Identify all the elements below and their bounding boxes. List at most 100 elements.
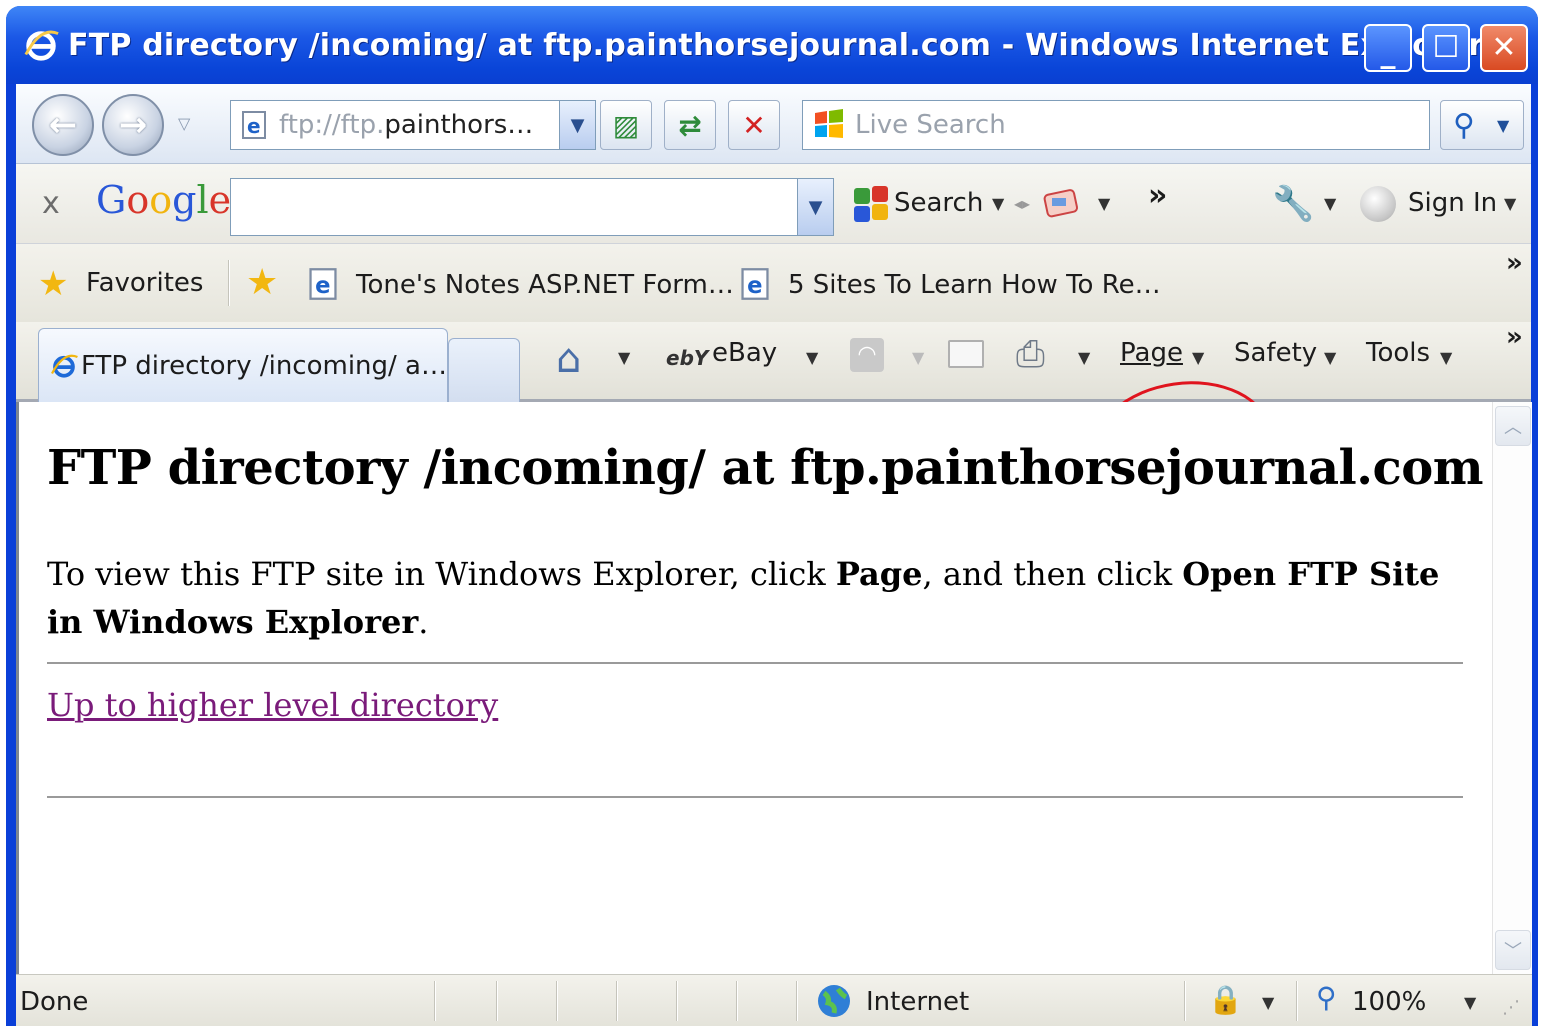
- parent-directory-link[interactable]: Up to higher level directory: [47, 686, 498, 724]
- search-options-icon[interactable]: ▼: [1497, 116, 1509, 135]
- ie-logo-icon: [24, 30, 59, 61]
- rss-feed-icon[interactable]: ◠: [850, 338, 884, 372]
- status-separator: [796, 981, 798, 1021]
- live-search-field[interactable]: Live Search: [802, 100, 1430, 150]
- bookmarks-dropdown-icon[interactable]: ▼: [1098, 194, 1110, 213]
- globe-icon: [818, 985, 850, 1017]
- forward-button[interactable]: →: [102, 94, 164, 156]
- refresh-button[interactable]: ⇄: [664, 100, 716, 150]
- search-button[interactable]: ⚲ ▼: [1440, 100, 1524, 150]
- google-toolbar-close-icon[interactable]: x: [42, 186, 60, 221]
- back-button[interactable]: ←: [32, 94, 94, 156]
- command-bar-more-icon[interactable]: »: [1506, 322, 1523, 352]
- favorites-divider: [228, 260, 230, 306]
- tab-command-row: FTP directory /incoming/ a… ⌂ ▼ ebY eBay…: [16, 322, 1531, 402]
- stop-icon: ✕: [742, 108, 766, 142]
- mail-icon[interactable]: [948, 340, 984, 368]
- history-dropdown-icon[interactable]: ▽: [178, 114, 190, 133]
- close-button[interactable]: ✕: [1480, 24, 1528, 72]
- status-separator: [1184, 981, 1186, 1021]
- compatibility-button[interactable]: ▨: [600, 100, 652, 150]
- google-search-dropdown[interactable]: ▼: [797, 179, 833, 235]
- status-bar: Done Internet 🔒 ▼ ⚲ 100% ▼ ⋰: [16, 974, 1532, 1026]
- status-separator: [496, 981, 498, 1021]
- status-separator: [676, 981, 678, 1021]
- tab-ftp-directory[interactable]: FTP directory /incoming/ a…: [38, 328, 448, 402]
- page-menu-dropdown-icon[interactable]: ▼: [1192, 348, 1204, 367]
- address-dropdown-button[interactable]: ▼: [559, 101, 595, 149]
- google-toolbar: x Google ▼ Search ▼ ◂▸ ▼ » 🔧 ▼ Sign In ▼: [16, 164, 1531, 244]
- google-logo: Google: [96, 178, 232, 222]
- bookmarks-icon[interactable]: [1042, 186, 1082, 222]
- google-search-dropdown-icon[interactable]: ▼: [992, 194, 1004, 213]
- zoom-dropdown-icon[interactable]: ▼: [1464, 993, 1476, 1012]
- favorites-bar: ★ Favorites ★ e Tone's Notes ASP.NET For…: [16, 244, 1531, 322]
- chevron-down-icon: ▼: [808, 196, 823, 218]
- ebay-dropdown-icon[interactable]: ▼: [806, 348, 818, 367]
- stop-button[interactable]: ✕: [728, 100, 780, 150]
- address-url: ftp://ftp.painthors…: [279, 110, 534, 140]
- status-text: Done: [20, 987, 89, 1017]
- google-search-icon: [854, 186, 888, 222]
- scroll-up-button[interactable]: ︿: [1495, 406, 1531, 446]
- favorite-link-1[interactable]: Tone's Notes ASP.NET Form…: [356, 270, 734, 300]
- wrench-icon[interactable]: 🔧: [1272, 184, 1314, 224]
- print-dropdown-icon[interactable]: ▼: [1078, 348, 1090, 367]
- page-menu[interactable]: Page: [1120, 338, 1183, 368]
- window-title: FTP directory /incoming/ at ftp.painthor…: [68, 27, 1484, 63]
- print-icon[interactable]: ⎙: [1016, 334, 1045, 376]
- status-separator: [736, 981, 738, 1021]
- ebay-button[interactable]: eBay: [712, 338, 777, 368]
- close-icon: ✕: [1491, 30, 1517, 65]
- status-separator: [616, 981, 618, 1021]
- protected-mode-dropdown-icon[interactable]: ▼: [1262, 993, 1274, 1012]
- browser-chrome: ← → ▽ e ftp://ftp.painthors… ▼ ▨ ⇄ ✕ Liv…: [16, 84, 1531, 516]
- address-row: ← → ▽ e ftp://ftp.painthors… ▼ ▨ ⇄ ✕ Liv…: [16, 84, 1531, 164]
- tools-menu[interactable]: Tools: [1366, 338, 1430, 368]
- rss-dropdown-icon[interactable]: ▼: [912, 348, 924, 367]
- safety-menu-dropdown-icon[interactable]: ▼: [1324, 348, 1336, 367]
- settings-dropdown-icon[interactable]: ▼: [1324, 194, 1336, 213]
- sign-in-button[interactable]: Sign In: [1408, 188, 1497, 218]
- more-tools-icon[interactable]: »: [1148, 178, 1167, 213]
- scroll-down-button[interactable]: ﹀: [1495, 930, 1531, 970]
- sign-in-dropdown-icon[interactable]: ▼: [1504, 194, 1516, 213]
- favorites-more-icon[interactable]: »: [1506, 248, 1523, 278]
- add-favorite-icon[interactable]: ★: [246, 262, 278, 303]
- search-placeholder: Live Search: [855, 110, 1006, 140]
- new-tab-button[interactable]: [448, 338, 520, 402]
- svg-text:e: e: [315, 273, 330, 299]
- maximize-button[interactable]: ☐: [1422, 24, 1470, 72]
- status-separator: [1296, 981, 1298, 1021]
- protected-mode-icon[interactable]: 🔒: [1208, 983, 1243, 1016]
- separator-arrows-icon: ◂▸: [1014, 194, 1031, 213]
- vertical-scrollbar[interactable]: ︿ ﹀: [1492, 402, 1532, 974]
- page-icon: e: [741, 268, 769, 300]
- page-icon: e: [309, 268, 337, 300]
- security-zone[interactable]: Internet: [866, 987, 969, 1017]
- minimize-button[interactable]: _: [1364, 24, 1412, 72]
- minimize-icon: _: [1380, 35, 1396, 70]
- zoom-level[interactable]: 100%: [1352, 987, 1426, 1017]
- svg-text:e: e: [747, 273, 762, 299]
- google-search-button[interactable]: Search: [894, 188, 983, 218]
- title-bar[interactable]: FTP directory /incoming/ at ftp.painthor…: [6, 6, 1538, 84]
- search-icon: ⚲: [1453, 107, 1475, 143]
- svg-text:e: e: [247, 114, 261, 138]
- zoom-icon: ⚲: [1316, 981, 1337, 1014]
- home-icon[interactable]: ⌂: [556, 336, 581, 382]
- page-heading: FTP directory /incoming/ at ftp.painthor…: [47, 440, 1484, 496]
- page-icon: e: [242, 111, 266, 139]
- google-search-input[interactable]: ▼: [230, 178, 834, 236]
- address-field[interactable]: e ftp://ftp.painthors… ▼: [230, 100, 596, 150]
- favorites-button[interactable]: Favorites: [86, 268, 203, 298]
- resize-grip-icon[interactable]: ⋰: [1502, 997, 1520, 1018]
- ebay-logo-icon: ebY: [666, 346, 709, 370]
- home-dropdown-icon[interactable]: ▼: [618, 348, 630, 367]
- chevron-down-icon: ﹀: [1504, 941, 1522, 962]
- compatibility-icon: ▨: [612, 108, 640, 142]
- safety-menu[interactable]: Safety: [1234, 338, 1317, 368]
- tools-menu-dropdown-icon[interactable]: ▼: [1440, 348, 1452, 367]
- favorite-link-2[interactable]: 5 Sites To Learn How To Re…: [788, 270, 1161, 300]
- status-separator: [434, 981, 436, 1021]
